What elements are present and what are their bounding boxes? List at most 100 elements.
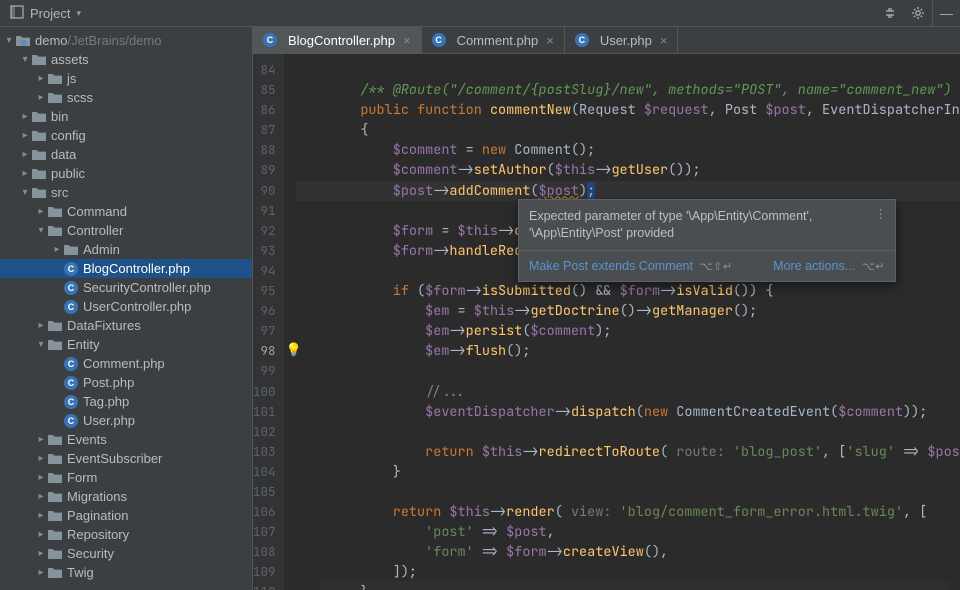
tree-expand-arrow[interactable]: ▾ <box>4 35 14 46</box>
tree-node-post-php[interactable]: CPost.php <box>0 373 252 392</box>
tree-expand-arrow[interactable]: ▾ <box>20 187 30 198</box>
tree-node-command[interactable]: ▸Command <box>0 202 252 221</box>
tree-node-admin[interactable]: ▸ Admin <box>0 240 252 259</box>
tree-node-blogcontroller-php[interactable]: CBlogController.php <box>0 259 252 278</box>
tree-node-usercontroller-php[interactable]: CUserController.php <box>0 297 252 316</box>
code-line[interactable]: ]); <box>296 562 960 582</box>
tree-expand-arrow[interactable]: ▾ <box>36 339 46 350</box>
settings-gear-icon[interactable] <box>904 0 932 26</box>
code-line[interactable]: $post->addComment($post); <box>296 181 960 201</box>
popup-more-actions-link[interactable]: More actions... <box>773 259 855 273</box>
tree-expand-arrow[interactable]: ▸ <box>36 529 46 540</box>
tree-node-twig[interactable]: ▸ Twig <box>0 563 252 582</box>
tree-expand-arrow[interactable]: ▸ <box>36 206 46 217</box>
tree-expand-arrow[interactable]: ▸ <box>36 472 46 483</box>
tree-node-datafixtures[interactable]: ▸DataFixtures <box>0 316 252 335</box>
php-class-icon: C <box>64 300 78 314</box>
code-editor[interactable]: /** @Route("/comment/{postSlug}/new", me… <box>284 54 960 590</box>
code-line[interactable]: $em->flush(); <box>296 341 960 361</box>
tree-node-assets[interactable]: ▾assets <box>0 50 252 69</box>
code-line[interactable]: { <box>296 120 960 140</box>
tree-expand-arrow[interactable]: ▸ <box>36 73 46 84</box>
code-line[interactable]: return $this->redirectToRoute( route: 'b… <box>296 442 960 462</box>
editor-tab-user-php[interactable]: CUser.php× <box>565 27 679 53</box>
tree-node-controller[interactable]: ▾Controller <box>0 221 252 240</box>
tree-node-comment-php[interactable]: CComment.php <box>0 354 252 373</box>
inspection-popup: ⋮ Expected parameter of type '\App\Entit… <box>518 199 896 282</box>
tree-expand-arrow[interactable]: ▾ <box>20 54 30 65</box>
tree-node-eventsubscriber[interactable]: ▸ EventSubscriber <box>0 449 252 468</box>
popup-quickfix-link[interactable]: Make Post extends Comment <box>529 259 693 273</box>
tree-expand-arrow[interactable]: ▸ <box>36 453 46 464</box>
tab-close-icon[interactable]: × <box>658 33 670 48</box>
hide-toolwindow-icon[interactable]: — <box>932 0 960 26</box>
tree-expand-arrow[interactable]: ▸ <box>36 510 46 521</box>
tree-node-demo[interactable]: ▾demo /JetBrains/demo <box>0 31 252 50</box>
tree-expand-arrow[interactable]: ▸ <box>20 111 30 122</box>
tree-expand-arrow[interactable]: ▸ <box>36 320 46 331</box>
tree-node-tag-php[interactable]: CTag.php <box>0 392 252 411</box>
tree-node-migrations[interactable]: ▸ Migrations <box>0 487 252 506</box>
tree-node-label: Repository <box>67 527 129 542</box>
code-line[interactable]: } <box>296 462 960 482</box>
chevron-down-icon: ▾ <box>76 8 81 19</box>
tree-node-repository[interactable]: ▸ Repository <box>0 525 252 544</box>
tree-node-entity[interactable]: ▾Entity <box>0 335 252 354</box>
editor-tab-blogcontroller-php[interactable]: CBlogController.php× <box>253 27 422 53</box>
tab-close-icon[interactable]: × <box>401 33 413 48</box>
tree-node-public[interactable]: ▸public <box>0 164 252 183</box>
code-line[interactable]: /** @Route("/comment/{postSlug}/new", me… <box>296 80 960 100</box>
tree-expand-arrow[interactable]: ▸ <box>36 434 46 445</box>
editor-tab-comment-php[interactable]: CComment.php× <box>422 27 565 53</box>
expand-all-icon[interactable] <box>876 0 904 26</box>
tree-node-pagination[interactable]: ▸Pagination <box>0 506 252 525</box>
tab-close-icon[interactable]: × <box>544 33 556 48</box>
tree-node-user-php[interactable]: CUser.php <box>0 411 252 430</box>
tree-node-label: EventSubscriber <box>67 451 162 466</box>
popup-more-icon[interactable]: ⋮ <box>875 206 888 221</box>
tree-expand-arrow[interactable]: ▸ <box>36 491 46 502</box>
tree-node-label: Comment.php <box>83 356 165 371</box>
tree-node-label: Admin <box>83 242 120 257</box>
code-line[interactable] <box>296 60 960 80</box>
tree-expand-arrow[interactable]: ▸ <box>20 130 30 141</box>
tree-node-js[interactable]: ▸js <box>0 69 252 88</box>
project-toolwindow-button[interactable]: Project ▾ <box>0 0 91 26</box>
code-line[interactable]: return $this->render( view: 'blog/commen… <box>296 502 960 522</box>
tree-expand-arrow[interactable]: ▸ <box>52 244 62 255</box>
tree-expand-arrow[interactable]: ▾ <box>36 225 46 236</box>
code-line[interactable]: 'form' => $form->createView(), <box>296 542 960 562</box>
code-line[interactable]: 'post' => $post, <box>296 522 960 542</box>
code-line[interactable]: $em = $this->getDoctrine()->getManager()… <box>296 301 960 321</box>
tree-node-label: Twig <box>67 565 94 580</box>
tree-node-config[interactable]: ▸config <box>0 126 252 145</box>
tree-node-form[interactable]: ▸Form <box>0 468 252 487</box>
tree-expand-arrow[interactable]: ▸ <box>36 92 46 103</box>
php-class-icon: C <box>263 33 277 47</box>
project-tree[interactable]: ▾demo /JetBrains/demo▾assets▸js▸scss▸bin… <box>0 27 253 590</box>
code-line[interactable]: if ($form->isSubmitted() && $form->isVal… <box>296 281 960 301</box>
code-line[interactable] <box>296 422 960 442</box>
code-line[interactable] <box>296 482 960 502</box>
tree-node-bin[interactable]: ▸bin <box>0 107 252 126</box>
tree-expand-arrow[interactable]: ▸ <box>20 168 30 179</box>
code-line[interactable] <box>296 361 960 381</box>
tree-node-security[interactable]: ▸Security <box>0 544 252 563</box>
tree-expand-arrow[interactable]: ▸ <box>36 548 46 559</box>
tree-node-label: Migrations <box>67 489 127 504</box>
code-line[interactable]: $em->persist($comment); <box>296 321 960 341</box>
tree-node-data[interactable]: ▸data <box>0 145 252 164</box>
code-line[interactable]: $eventDispatcher->dispatch(new CommentCr… <box>296 402 960 422</box>
folder-icon <box>64 243 78 257</box>
code-line[interactable]: $comment->setAuthor($this->getUser()); <box>296 160 960 180</box>
code-line[interactable]: $comment = new Comment(); <box>296 140 960 160</box>
horizontal-scrollbar[interactable] <box>321 581 948 590</box>
code-line[interactable]: public function commentNew(Request $requ… <box>296 100 960 120</box>
tree-node-events[interactable]: ▸Events <box>0 430 252 449</box>
tree-node-scss[interactable]: ▸scss <box>0 88 252 107</box>
tree-node-src[interactable]: ▾src <box>0 183 252 202</box>
tree-expand-arrow[interactable]: ▸ <box>20 149 30 160</box>
tree-expand-arrow[interactable]: ▸ <box>36 567 46 578</box>
code-line[interactable]: //... <box>296 382 960 402</box>
tree-node-securitycontroller-php[interactable]: CSecurityController.php <box>0 278 252 297</box>
